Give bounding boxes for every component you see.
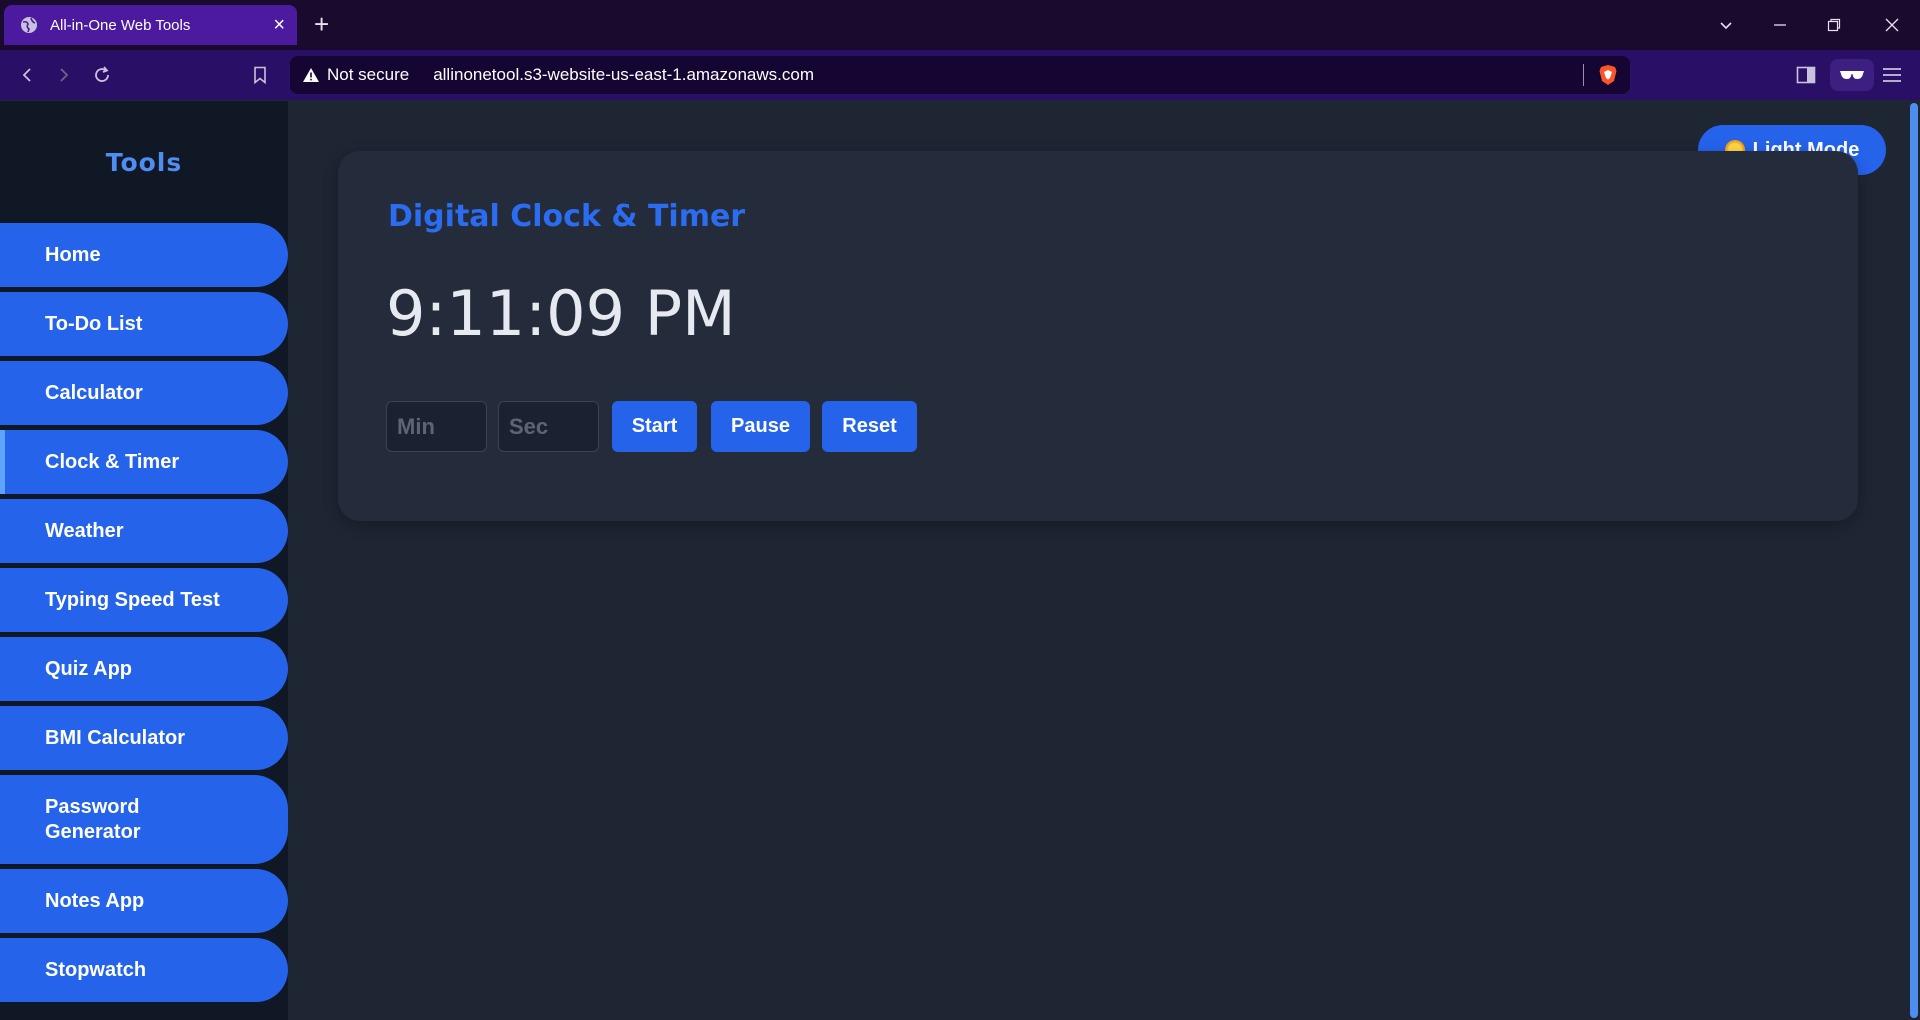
tab-close-icon[interactable]: × — [273, 15, 285, 35]
sidebar-item-password-generator[interactable]: Password Generator — [0, 775, 288, 864]
sidebar-item-label: BMI Calculator — [45, 726, 186, 749]
clock-timer-card: Digital Clock & Timer 9:11:09 PM Start P… — [338, 151, 1858, 521]
sidebar-item-calculator[interactable]: Calculator — [0, 361, 288, 425]
sidebar-item-bmi-calculator[interactable]: BMI Calculator — [0, 706, 288, 770]
restore-icon[interactable] — [1806, 0, 1862, 50]
reader-mode-icon[interactable] — [1830, 59, 1874, 91]
sidebar-item-home[interactable]: Home — [0, 223, 288, 287]
sidebar-item-stopwatch[interactable]: Stopwatch — [0, 938, 288, 1002]
reset-button[interactable]: Reset — [822, 401, 917, 452]
warning-icon[interactable] — [302, 67, 320, 83]
bookmark-icon[interactable] — [244, 59, 276, 91]
tab-title: All-in-One Web Tools — [50, 16, 191, 34]
reload-icon[interactable] — [86, 59, 118, 91]
sidebar-item-label: Clock & Timer — [45, 450, 180, 473]
sidebar-item-label: Quiz App — [45, 657, 133, 680]
sidebar-item-label: Calculator — [45, 381, 143, 404]
sidebar-item-label: To-Do List — [45, 312, 143, 335]
sidebar-item-label: Home — [45, 243, 101, 266]
sidebar-item-quiz-app[interactable]: Quiz App — [0, 637, 288, 701]
address-bar-divider — [1583, 64, 1584, 86]
url-text[interactable]: allinonetool.s3-website-us-east-1.amazon… — [433, 65, 1583, 85]
sidebar-item-label: Weather — [45, 519, 124, 542]
globe-icon — [20, 16, 38, 34]
sidebar-item-notes-app[interactable]: Notes App — [0, 869, 288, 933]
sidebar-item-label: Notes App — [45, 889, 145, 912]
minimize-icon[interactable] — [1752, 0, 1808, 50]
page-title: Digital Clock & Timer — [388, 199, 746, 234]
security-label[interactable]: Not secure — [327, 65, 409, 85]
browser-tab[interactable]: All-in-One Web Tools × — [4, 5, 297, 45]
sidebar-item-todo-list[interactable]: To-Do List — [0, 292, 288, 356]
digital-clock-display: 9:11:09 PM — [386, 277, 736, 350]
sidebar-item-label: Password Generator — [45, 795, 141, 843]
start-button[interactable]: Start — [612, 401, 697, 452]
page-scrollbar[interactable] — [1908, 101, 1920, 1020]
tab-search-chevron-icon[interactable] — [1698, 0, 1754, 50]
forward-icon[interactable] — [48, 59, 80, 91]
sidebar-item-typing-speed-test[interactable]: Typing Speed Test — [0, 568, 288, 632]
minutes-input[interactable] — [386, 401, 487, 452]
back-icon[interactable] — [11, 59, 43, 91]
web-page: Tools Home To-Do List Calculator Clock &… — [0, 101, 1920, 1020]
close-window-icon[interactable] — [1864, 0, 1920, 50]
sidebar-item-label: Typing Speed Test — [45, 588, 220, 611]
new-tab-icon[interactable]: + — [314, 11, 329, 37]
address-bar[interactable]: Not secure allinonetool.s3-website-us-ea… — [290, 56, 1630, 94]
scrollbar-thumb[interactable] — [1910, 103, 1918, 1018]
menu-icon[interactable] — [1876, 59, 1908, 91]
browser-toolbar: Not secure allinonetool.s3-website-us-ea… — [0, 50, 1920, 100]
brave-shields-icon[interactable] — [1598, 64, 1618, 86]
seconds-input[interactable] — [498, 401, 599, 452]
pause-button[interactable]: Pause — [711, 401, 810, 452]
sidebar: Tools Home To-Do List Calculator Clock &… — [0, 101, 288, 1020]
sidebar-title: Tools — [105, 148, 183, 177]
sidebar-item-clock-timer[interactable]: Clock & Timer — [0, 430, 288, 494]
sidebar-toggle-icon[interactable] — [1790, 59, 1822, 91]
sidebar-item-weather[interactable]: Weather — [0, 499, 288, 563]
browser-tab-strip: All-in-One Web Tools × + — [0, 0, 1920, 50]
sidebar-item-label: Stopwatch — [45, 958, 147, 981]
